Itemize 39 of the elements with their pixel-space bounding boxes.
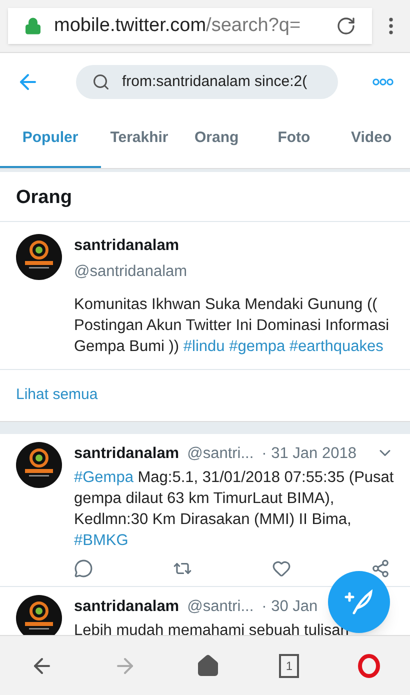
tab[interactable]: Terakhir xyxy=(100,111,178,168)
tab[interactable]: Video xyxy=(332,111,410,168)
hashtag-link[interactable]: #Gempa xyxy=(74,468,134,486)
search-query: from:santridanalam since:2( xyxy=(122,72,308,92)
hashtag-link[interactable]: #earthquakes xyxy=(289,338,384,355)
tab[interactable]: Orang xyxy=(178,111,256,168)
reload-icon[interactable] xyxy=(336,16,356,36)
user-name[interactable]: santridanalam xyxy=(74,594,180,618)
avatar[interactable] xyxy=(16,234,62,280)
tweet-date: · 30 Jan xyxy=(262,596,318,617)
address-bar[interactable]: mobile.twitter.com/search?q= xyxy=(8,8,372,44)
more-icon[interactable] xyxy=(372,78,394,86)
user-handle: @santridanalam xyxy=(74,262,188,282)
url-text: mobile.twitter.com/search?q= xyxy=(54,14,302,38)
user-handle: @santri... xyxy=(187,444,254,464)
search-icon xyxy=(92,73,110,91)
section-title: Orang xyxy=(0,172,410,222)
tabs-button[interactable]: 1 xyxy=(279,654,300,678)
search-field[interactable]: from:santridanalam since:2( xyxy=(76,65,338,99)
user-name[interactable]: santridanalam xyxy=(74,234,394,257)
lock-icon xyxy=(24,17,42,35)
opera-logo-icon[interactable] xyxy=(358,654,380,678)
user-handle: @santri... xyxy=(187,596,254,617)
tweet-text: Komunitas Ikhwan Suka Mendaki Gunung (( Postingan Akun Twitter Ini Dominasi Informasi Gempa Bumi )) #lindu #gempa #earthquakes xyxy=(74,295,390,357)
home-icon[interactable] xyxy=(196,654,220,678)
tab[interactable]: Populer xyxy=(0,111,101,168)
reply-icon[interactable] xyxy=(74,558,93,578)
heart-icon[interactable] xyxy=(272,558,291,578)
hashtag-link[interactable]: #BMKG xyxy=(74,532,128,549)
user-name[interactable]: santridanalam xyxy=(74,442,180,465)
avatar[interactable] xyxy=(16,442,62,488)
hashtag-link[interactable]: #gempa xyxy=(229,338,286,355)
see-all-link[interactable]: Lihat semua xyxy=(0,370,410,420)
compose-icon xyxy=(344,589,374,615)
tab[interactable]: Foto xyxy=(255,111,333,168)
tweet-text: #Gempa Mag:5.1, 31/01/2018 07:55:35 (Pusat gempa dilaut 63 km TimurLaut BIMA), Kedlmn:30 Km Dirasakan (MMI) II Bima, #BMKG xyxy=(74,468,394,551)
hashtag-link[interactable]: #lindu xyxy=(183,338,225,355)
share-icon[interactable] xyxy=(371,558,390,578)
tweet-date: · 31 Jan 2018 xyxy=(262,444,356,464)
